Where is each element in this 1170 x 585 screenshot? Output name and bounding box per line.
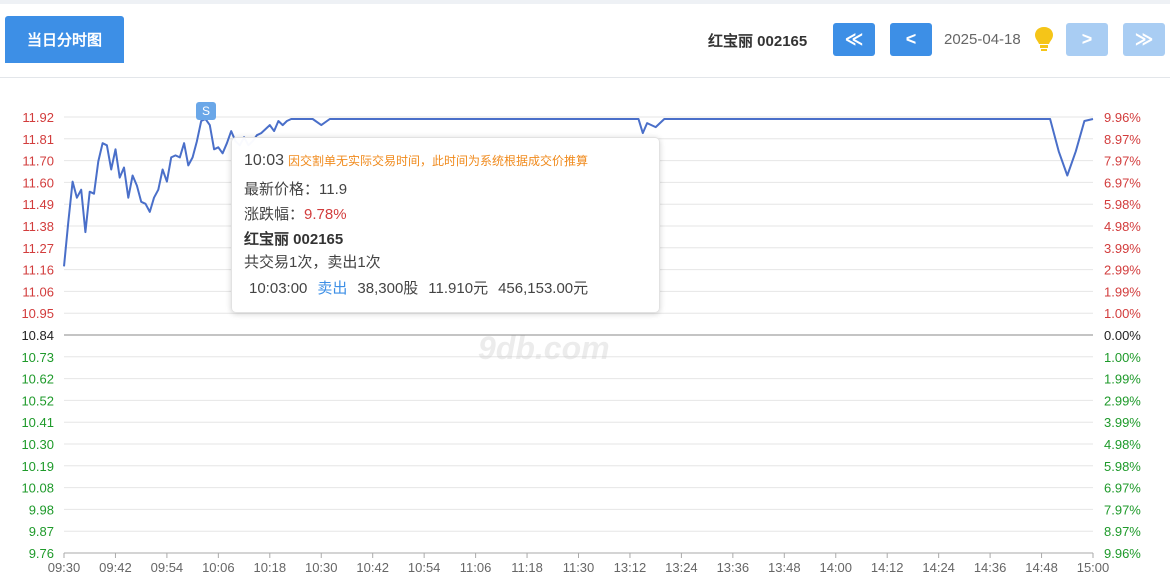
tab-intraday-chart[interactable]: 当日分时图 xyxy=(5,16,124,63)
y-tick-label: 11.70 xyxy=(22,154,54,169)
x-tick-label: 11:30 xyxy=(563,560,595,575)
y-pct-tick-label: 9.96% xyxy=(1104,546,1141,561)
y-tick-label: 11.16 xyxy=(22,263,54,278)
y-pct-tick-label: 3.99% xyxy=(1104,241,1141,256)
x-tick-label: 10:54 xyxy=(408,560,441,575)
x-tick-label: 13:48 xyxy=(768,560,801,575)
y-tick-label: 11.38 xyxy=(22,219,54,234)
x-tick-label: 09:54 xyxy=(151,560,184,575)
y-tick-label: 10.19 xyxy=(21,459,54,474)
y-pct-tick-label: 1.00% xyxy=(1104,350,1141,365)
trade-volume: 38,300股 xyxy=(357,280,419,297)
y-tick-label: 10.95 xyxy=(21,306,54,321)
y-tick-label: 10.62 xyxy=(21,372,54,387)
x-tick-label: 14:00 xyxy=(819,560,852,575)
y-pct-tick-label: 7.97% xyxy=(1104,502,1141,517)
tooltip-stock-name: 红宝丽 002165 xyxy=(244,231,344,248)
y-pct-tick-label: 6.97% xyxy=(1104,175,1141,190)
x-tick-label: 09:30 xyxy=(48,560,81,575)
watermark: 9db.com xyxy=(478,330,610,366)
y-tick-label: 10.73 xyxy=(21,350,54,365)
y-tick-label: 10.84 xyxy=(21,328,54,343)
date-display[interactable]: 2025-04-18 xyxy=(944,31,1021,48)
x-tick-label: 10:06 xyxy=(202,560,235,575)
x-tick-label: 11:18 xyxy=(511,560,543,575)
x-tick-label: 09:42 xyxy=(99,560,132,575)
y-pct-tick-label: 9.96% xyxy=(1104,110,1141,125)
y-pct-tick-label: 4.98% xyxy=(1104,437,1141,452)
x-tick-label: 13:24 xyxy=(665,560,698,575)
y-tick-label: 11.81 xyxy=(22,132,54,147)
prev-day-button[interactable]: < xyxy=(890,23,932,56)
x-tick-label: 13:12 xyxy=(614,560,647,575)
sell-marker[interactable]: S xyxy=(196,102,216,120)
y-tick-label: 9.98 xyxy=(29,502,54,517)
y-pct-tick-label: 8.97% xyxy=(1104,524,1141,539)
x-tick-label: 14:12 xyxy=(871,560,904,575)
x-tick-label: 14:48 xyxy=(1025,560,1058,575)
x-tick-label: 10:30 xyxy=(305,560,338,575)
y-pct-tick-label: 5.98% xyxy=(1104,459,1141,474)
x-tick-label: 14:24 xyxy=(922,560,955,575)
y-pct-tick-label: 6.97% xyxy=(1104,481,1141,496)
x-tick-label: 14:36 xyxy=(974,560,1007,575)
trade-tooltip: 10:03 因交割单无实际交易时间，此时间为系统根据成交价推算 最新价格：11.9… xyxy=(231,137,660,313)
y-tick-label: 10.30 xyxy=(21,437,54,452)
stock-label: 红宝丽 002165 xyxy=(708,33,808,50)
trade-time: 10:03:00 xyxy=(249,280,308,297)
y-pct-tick-label: 1.99% xyxy=(1104,284,1141,299)
last-page-button[interactable]: ≫ xyxy=(1123,23,1165,56)
y-tick-label: 10.08 xyxy=(21,481,54,496)
x-tick-label: 13:36 xyxy=(717,560,750,575)
tooltip-trade-row: 10:03:00 卖出 38,300股 11.910元 456,153.00元 xyxy=(249,277,598,298)
first-page-button[interactable]: ≪ xyxy=(833,23,875,56)
y-pct-tick-label: 1.99% xyxy=(1104,372,1141,387)
y-pct-tick-label: 3.99% xyxy=(1104,415,1141,430)
y-tick-label: 11.27 xyxy=(22,241,54,256)
x-tick-label: 11:06 xyxy=(460,560,492,575)
tooltip-price-label: 最新价格： xyxy=(244,181,320,198)
y-pct-tick-label: 7.97% xyxy=(1104,154,1141,169)
y-tick-label: 11.92 xyxy=(22,110,54,125)
y-tick-label: 10.52 xyxy=(21,393,54,408)
y-pct-tick-label: 2.99% xyxy=(1104,263,1141,278)
y-tick-label: 11.49 xyxy=(22,197,54,212)
tooltip-summary: 共交易1次，卖出1次 xyxy=(244,254,381,271)
y-pct-tick-label: 0.00% xyxy=(1104,328,1141,343)
trade-action: 卖出 xyxy=(317,280,348,297)
y-pct-tick-label: 4.98% xyxy=(1104,219,1141,234)
trade-price: 11.910元 xyxy=(428,280,489,297)
x-tick-label: 15:00 xyxy=(1077,560,1110,575)
y-tick-label: 11.60 xyxy=(22,175,54,190)
x-tick-label: 10:42 xyxy=(356,560,389,575)
y-tick-label: 11.06 xyxy=(22,284,54,299)
y-pct-tick-label: 1.00% xyxy=(1104,306,1141,321)
lightbulb-icon[interactable] xyxy=(1034,26,1054,57)
header-divider xyxy=(0,77,1170,78)
top-border xyxy=(0,0,1170,4)
x-tick-label: 10:18 xyxy=(254,560,287,575)
y-tick-label: 9.76 xyxy=(29,546,54,561)
tooltip-change-value: 9.78% xyxy=(304,206,347,223)
tooltip-change-label: 涨跌幅： xyxy=(244,206,305,223)
tooltip-price-value: 11.9 xyxy=(319,181,348,198)
y-tick-label: 10.41 xyxy=(21,415,54,430)
y-pct-tick-label: 8.97% xyxy=(1104,132,1141,147)
y-tick-label: 9.87 xyxy=(29,524,54,539)
y-pct-tick-label: 5.98% xyxy=(1104,197,1141,212)
tooltip-time: 10:03 xyxy=(244,152,285,169)
trade-amount: 456,153.00元 xyxy=(498,280,589,297)
next-day-button[interactable]: > xyxy=(1066,23,1108,56)
y-pct-tick-label: 2.99% xyxy=(1104,393,1141,408)
tooltip-note: 因交割单无实际交易时间，此时间为系统根据成交价推算 xyxy=(288,154,589,168)
